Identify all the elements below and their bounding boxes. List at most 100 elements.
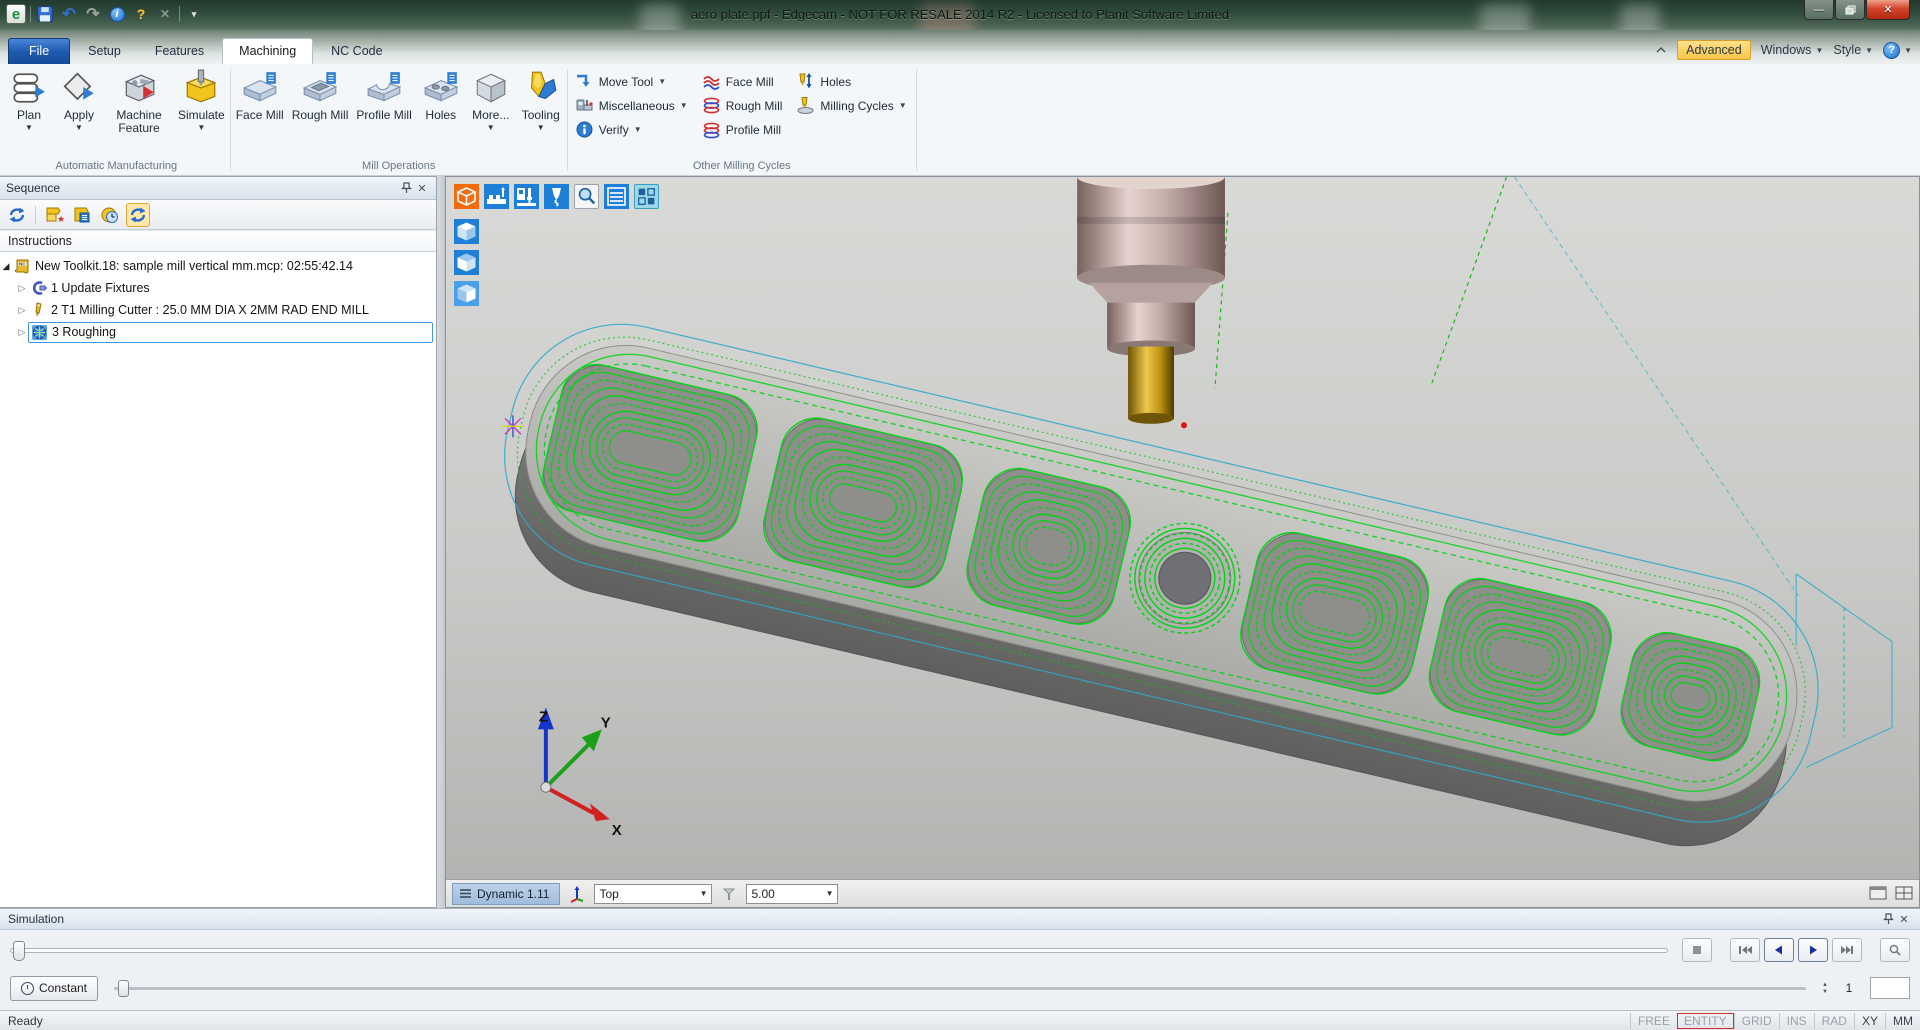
style-menu[interactable]: Style▼ [1833, 43, 1873, 57]
cycle-time-icon[interactable] [98, 203, 122, 227]
stop-button[interactable] [1682, 938, 1712, 962]
machine-feature-button[interactable]: Machine Feature [104, 67, 174, 155]
separator [230, 69, 231, 171]
expander-collapsed-icon[interactable]: ▷ [16, 283, 28, 294]
skip-to-end-button[interactable] [1832, 938, 1862, 962]
plan-button[interactable]: Plan ▼ [4, 67, 54, 155]
miscellaneous-button[interactable]: Miscellaneous▼ [575, 95, 688, 116]
simulate-button[interactable]: Simulate ▼ [174, 67, 229, 155]
sequence-list-icon[interactable] [604, 184, 629, 209]
windows-menu[interactable]: Windows▼ [1761, 43, 1824, 57]
milling-cycles-button[interactable]: Milling Cycles▼ [796, 95, 906, 116]
mode-grid[interactable]: GRID [1734, 1013, 1779, 1029]
stock-display-icon[interactable] [454, 184, 479, 209]
save-icon[interactable] [35, 4, 55, 24]
close-button[interactable]: ✕ [1866, 0, 1910, 20]
edgecam-logo-icon[interactable]: e [6, 4, 26, 24]
tab-file[interactable]: File [8, 38, 70, 64]
mode-entity[interactable]: ENTITY [1677, 1013, 1734, 1029]
tree-item-milling-cutter[interactable]: ▷ 2 T1 Milling Cutter : 25.0 MM DIA X 2M… [0, 299, 436, 321]
profile-mill-cycle-button[interactable]: Profile Mill [702, 119, 783, 140]
collapse-ribbon-icon[interactable] [1655, 46, 1667, 54]
rough-mill-cycle-button[interactable]: Rough Mill [702, 95, 783, 116]
speed-slider[interactable] [114, 987, 1806, 990]
single-viewport-icon[interactable] [1869, 885, 1887, 903]
face-mill-cycle-button[interactable]: Face Mill [702, 71, 783, 92]
counter-spinner[interactable]: ▲▼ [1822, 982, 1828, 995]
expander-collapsed-icon[interactable]: ▷ [16, 327, 28, 338]
viewport-layout-toggle-icon[interactable] [634, 184, 659, 209]
move-tool-button[interactable]: Move Tool▼ [575, 71, 688, 92]
mode-xy[interactable]: XY [1854, 1013, 1885, 1029]
move-tool-icon [575, 72, 594, 91]
mode-mm[interactable]: MM [1885, 1013, 1920, 1029]
edgecam-window: aero plate.ppf - Edgecam - NOT FOR RESAL… [0, 0, 1920, 1030]
refresh-sequence-icon[interactable] [5, 203, 29, 227]
dynamic-view-chip[interactable]: Dynamic 1.11 [452, 883, 560, 905]
verify-button[interactable]: Verify▼ [575, 119, 688, 140]
scene-area[interactable]: Z Y X [446, 177, 1919, 879]
counter-box[interactable] [1870, 977, 1910, 999]
pin-icon[interactable] [1880, 911, 1896, 927]
play-forward-button[interactable] [1798, 938, 1828, 962]
expander-collapsed-icon[interactable]: ▷ [16, 305, 28, 316]
machine-bed-icon[interactable] [484, 184, 509, 209]
tab-setup[interactable]: Setup [72, 39, 137, 64]
tooling-button[interactable]: Tooling ▼ [516, 67, 566, 155]
apply-button[interactable]: Apply ▼ [54, 67, 104, 155]
profile-mill-button[interactable]: Profile Mill [352, 67, 415, 155]
tool-display-icon[interactable] [544, 184, 569, 209]
simulation-progress-slider[interactable] [10, 948, 1668, 953]
ribbon-right-controls: Advanced Windows▼ Style▼ ?▼ [1655, 40, 1912, 60]
viewport-3d-scene[interactable]: Z Y X [446, 177, 1919, 879]
zoom-window-icon[interactable] [574, 184, 599, 209]
restore-button[interactable] [1835, 0, 1865, 20]
tree-item-roughing[interactable]: ▷ 3 Roughing [0, 321, 436, 343]
tree-item-update-fixtures[interactable]: ▷ 1 Update Fixtures [0, 277, 436, 299]
viewport-toolbar [454, 184, 659, 209]
holes-button[interactable]: Holes [416, 67, 466, 155]
iso-view-1-icon[interactable] [454, 219, 479, 244]
multi-viewport-icon[interactable] [1895, 885, 1913, 903]
constant-speed-button[interactable]: Constant [10, 976, 98, 1001]
info-icon[interactable]: i [107, 4, 127, 24]
face-mill-button[interactable]: Face Mill [232, 67, 288, 155]
progress-thumb[interactable] [13, 941, 25, 961]
strategy-browser-icon[interactable] [70, 203, 94, 227]
tab-nc-code[interactable]: NC Code [315, 39, 398, 64]
toolbar-options-icon[interactable]: ▾ [184, 4, 204, 24]
redo-icon[interactable]: ↷ [83, 4, 103, 24]
play-backward-button[interactable] [1764, 938, 1794, 962]
zoom-analysis-button[interactable] [1880, 938, 1910, 962]
iso-view-2-icon[interactable] [454, 250, 479, 275]
mode-rad[interactable]: RAD [1814, 1013, 1854, 1029]
help-icon[interactable]: ? [131, 4, 151, 24]
rough-mill-button[interactable]: Rough Mill [288, 67, 353, 155]
delete-icon[interactable]: ✕ [155, 4, 175, 24]
speed-thumb[interactable] [118, 980, 129, 997]
tab-machining[interactable]: Machining [222, 38, 313, 64]
expander-expanded-icon[interactable]: ◢ [0, 261, 12, 272]
auto-update-icon[interactable] [126, 203, 150, 227]
skip-to-start-button[interactable] [1730, 938, 1760, 962]
tab-features[interactable]: Features [139, 39, 220, 64]
holes-icon [422, 69, 460, 107]
close-panel-icon[interactable]: ✕ [1896, 911, 1912, 927]
minimize-button[interactable]: — [1804, 0, 1834, 20]
tree-item-program[interactable]: ◢ NC New Toolkit.18: sample mill vertica… [0, 255, 436, 277]
iso-view-3-icon[interactable] [454, 281, 479, 306]
view-select[interactable]: Top ▼ [594, 884, 712, 904]
step-value-select[interactable]: 5.00 ▼ [746, 884, 838, 904]
more-button[interactable]: More... ▼ [466, 67, 516, 155]
undo-icon[interactable]: ↶ [59, 4, 79, 24]
machine-simulation-icon[interactable] [514, 184, 539, 209]
advanced-mode-button[interactable]: Advanced [1677, 40, 1751, 60]
holes-cycle-button[interactable]: Holes [796, 71, 906, 92]
close-panel-icon[interactable]: ✕ [414, 180, 430, 196]
mode-free[interactable]: FREE [1630, 1013, 1677, 1029]
favorite-strategy-icon[interactable]: ★ [42, 203, 66, 227]
pin-icon[interactable] [398, 180, 414, 196]
help-menu[interactable]: ?▼ [1883, 42, 1912, 59]
mode-ins[interactable]: INS [1779, 1013, 1814, 1029]
panel-splitter[interactable] [437, 176, 445, 908]
